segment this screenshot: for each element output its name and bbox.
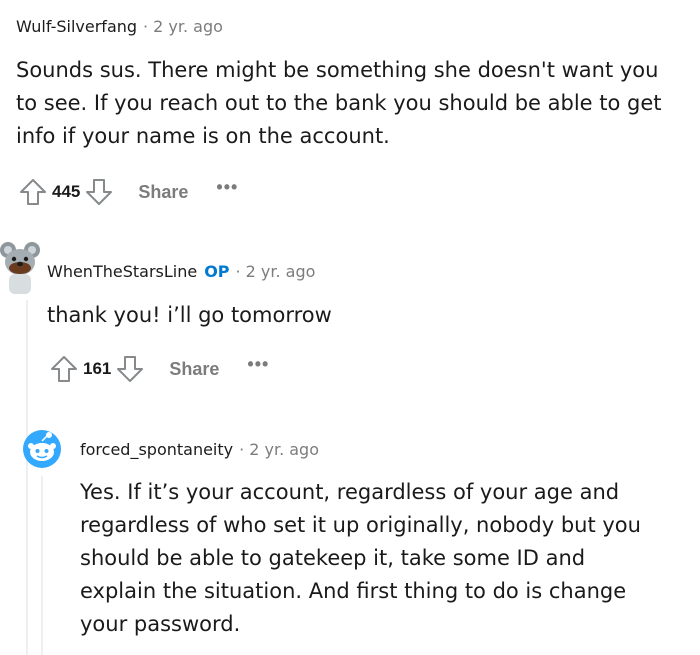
comment-1-share-button[interactable]: Share [138, 182, 188, 203]
comment-2-actions: 161 Share ••• [47, 352, 269, 386]
comment-1-meta: Wulf-Silverfang · 2 yr. ago [16, 17, 223, 36]
comment-3-username[interactable]: forced_spontaneity [80, 440, 233, 459]
comment-1-line: info if your name is on the account. [16, 124, 390, 148]
meta-separator: · [239, 440, 245, 459]
comment-1-body: Sounds sus. There might be something she… [16, 54, 696, 153]
comment-3-line: Yes. If it’s your account, regardless of… [80, 480, 620, 504]
comment-2-timestamp[interactable]: 2 yr. ago [246, 262, 316, 281]
more-options-icon[interactable]: ••• [247, 354, 269, 375]
comment-1-username[interactable]: Wulf-Silverfang [16, 17, 137, 36]
comment-2-body: thank you! i’ll go tomorrow [47, 299, 687, 332]
comment-1-line: to see. If you reach out to the bank you… [16, 91, 662, 115]
comment-3-line: explain the situation. And first thing t… [80, 579, 627, 603]
thread-line-level-1[interactable] [26, 300, 28, 655]
comment-1-line: Sounds sus. There might be something she… [16, 58, 659, 82]
comment-2-score: 161 [83, 359, 112, 378]
comment-3-meta: forced_spontaneity · 2 yr. ago [80, 440, 319, 459]
meta-separator: · [235, 262, 241, 281]
comment-2-share-button[interactable]: Share [169, 359, 219, 380]
comment-2-meta: WhenTheStarsLine OP · 2 yr. ago [47, 262, 315, 281]
comment-3-line: your password. [80, 612, 241, 636]
comment-1-actions: 445 Share ••• [16, 175, 238, 209]
comment-1-score: 445 [52, 182, 81, 201]
comment-3-line: should be able to gatekeep it, take some… [80, 546, 586, 570]
downvote-arrow-icon[interactable] [113, 352, 147, 386]
comment-3-body: Yes. If it’s your account, regardless of… [80, 476, 690, 641]
upvote-arrow-icon[interactable] [47, 352, 81, 386]
downvote-arrow-icon[interactable] [82, 175, 116, 209]
koala-avatar-icon[interactable] [0, 238, 40, 296]
comment-3-timestamp[interactable]: 2 yr. ago [249, 440, 319, 459]
comment-1-timestamp[interactable]: 2 yr. ago [153, 17, 223, 36]
op-badge: OP [204, 262, 230, 281]
thread-line-level-2[interactable] [41, 476, 43, 655]
snoo-avatar-icon[interactable] [22, 428, 62, 470]
comment-2-username[interactable]: WhenTheStarsLine [47, 262, 197, 281]
upvote-arrow-icon[interactable] [16, 175, 50, 209]
more-options-icon[interactable]: ••• [216, 177, 238, 198]
comment-2-line: thank you! i’ll go tomorrow [47, 303, 332, 327]
meta-separator: · [143, 17, 149, 36]
comment-3-line: regardless of who set it up originally, … [80, 513, 641, 537]
